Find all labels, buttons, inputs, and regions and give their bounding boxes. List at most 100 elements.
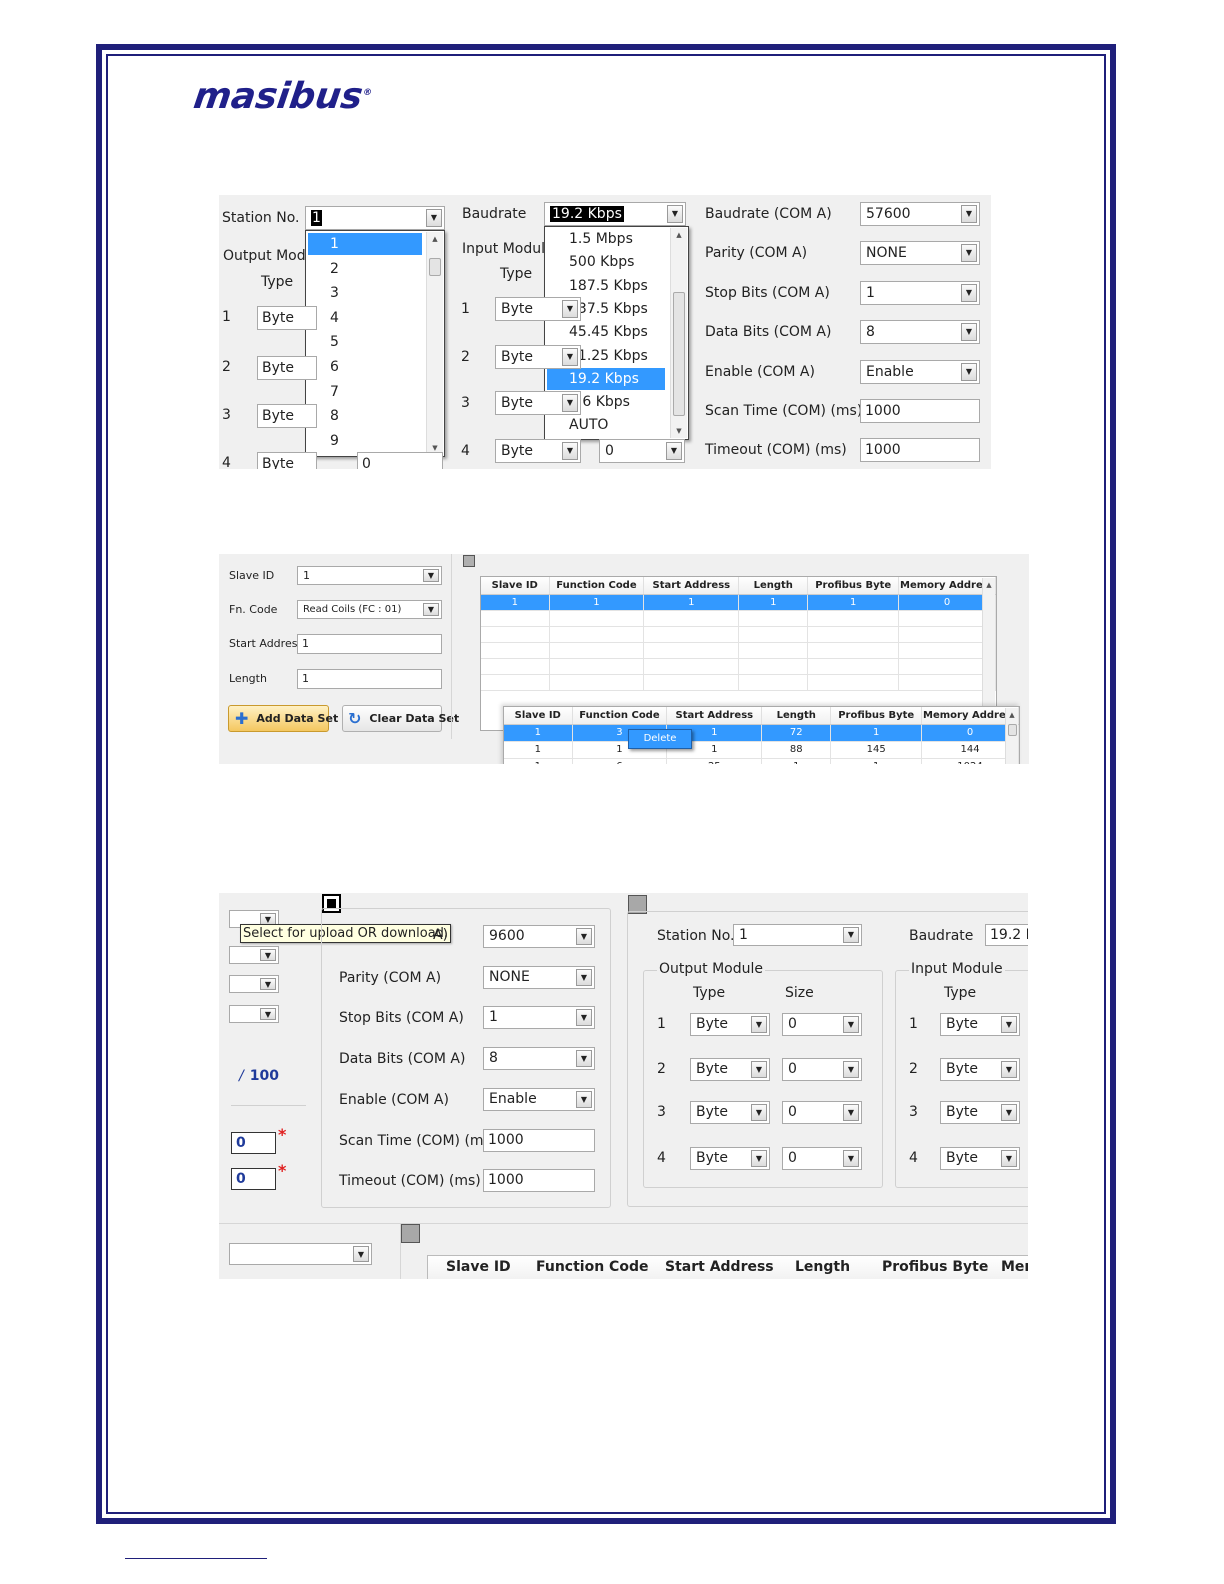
- chevron-down-icon[interactable]: ▼: [843, 1016, 859, 1033]
- output-size-combo[interactable]: 0 ▼: [782, 1147, 862, 1170]
- chevron-down-icon[interactable]: ▼: [260, 978, 276, 990]
- chevron-down-icon[interactable]: ▼: [961, 323, 977, 342]
- chevron-down-icon[interactable]: ▼: [576, 1090, 592, 1108]
- chevron-down-icon[interactable]: ▼: [751, 1061, 767, 1078]
- chevron-down-icon[interactable]: ▼: [562, 300, 578, 318]
- chevron-down-icon[interactable]: ▼: [353, 1246, 369, 1262]
- chevron-down-icon[interactable]: ▼: [576, 1050, 592, 1068]
- chevron-down-icon[interactable]: ▼: [260, 1008, 276, 1020]
- com-setting-combo[interactable]: 1 ▼: [860, 280, 980, 305]
- chevron-down-icon[interactable]: ▼: [576, 1009, 592, 1027]
- context-menu-delete[interactable]: Delete: [644, 733, 677, 744]
- input-type-combo[interactable]: Byte ▼: [495, 297, 581, 321]
- com-setting-combo[interactable]: NONE ▼: [860, 241, 980, 266]
- partial-combo-4[interactable]: ▼: [229, 1005, 279, 1023]
- input-size-combo[interactable]: 0 ▼: [599, 439, 685, 463]
- chevron-down-icon[interactable]: ▼: [423, 569, 439, 582]
- scroll-down-icon[interactable]: ▼: [671, 424, 687, 438]
- station-option[interactable]: 6: [308, 356, 422, 378]
- column-header[interactable]: Start Address: [666, 707, 763, 725]
- column-header[interactable]: Length: [738, 577, 809, 595]
- output-size-combo[interactable]: 0: [357, 452, 443, 469]
- baudrate-option[interactable]: AUTO: [547, 414, 665, 436]
- column-header[interactable]: Mer: [1001, 1259, 1028, 1275]
- chevron-down-icon[interactable]: ▼: [1001, 1150, 1017, 1167]
- baudrate-list-scrollbar[interactable]: ▲ ▼: [670, 228, 687, 438]
- output-type-combo[interactable]: Byte ▼: [690, 1147, 770, 1170]
- table-2-scrollbar[interactable]: ▲: [1005, 708, 1018, 764]
- chevron-down-icon[interactable]: ▼: [961, 283, 977, 302]
- chevron-down-icon[interactable]: ▼: [843, 1061, 859, 1078]
- chevron-down-icon[interactable]: ▼: [751, 1150, 767, 1167]
- slave-id-combo[interactable]: 1 ▼: [297, 566, 442, 585]
- station-option[interactable]: 8: [308, 405, 422, 427]
- column-header[interactable]: Memory Address: [921, 707, 1019, 725]
- column-header[interactable]: Slave ID: [446, 1259, 511, 1275]
- input-type-combo[interactable]: Byte ▼: [940, 1058, 1020, 1081]
- chevron-down-icon[interactable]: ▼: [843, 1150, 859, 1167]
- baudrate-combo[interactable]: 19.2 K: [985, 924, 1028, 946]
- column-header[interactable]: Profibus Byte: [830, 707, 923, 725]
- clear-data-set-button[interactable]: ↻ Clear Data Set: [342, 705, 459, 732]
- chevron-down-icon[interactable]: ▼: [423, 603, 439, 616]
- com-setting-combo[interactable]: Enable ▼: [860, 359, 980, 384]
- chevron-down-icon[interactable]: ▼: [562, 348, 578, 366]
- add-data-set-button[interactable]: ✚ Add Data Set: [228, 705, 338, 732]
- input-type-combo[interactable]: Byte ▼: [940, 1013, 1020, 1036]
- baudrate-combo[interactable]: 19.2 Kbps ▼: [544, 202, 686, 226]
- com-setting-input[interactable]: 1000: [860, 399, 980, 423]
- output-type-combo[interactable]: Byte ▼: [690, 1013, 770, 1036]
- chevron-down-icon[interactable]: ▼: [562, 442, 578, 460]
- station-list-scrollbar[interactable]: ▲ ▼: [426, 232, 443, 455]
- column-header[interactable]: Length: [795, 1259, 850, 1275]
- chevron-down-icon[interactable]: ▼: [1001, 1016, 1017, 1033]
- baudrate-option[interactable]: 187.5 Kbps: [547, 275, 665, 297]
- column-header[interactable]: Start Address: [665, 1259, 774, 1275]
- chevron-down-icon[interactable]: ▼: [576, 928, 592, 945]
- input-type-combo[interactable]: Byte ▼: [495, 391, 581, 415]
- chevron-down-icon[interactable]: ▼: [260, 949, 276, 961]
- station-dropdown-list[interactable]: ▲ ▼ 1 23 45 6 78 9: [305, 230, 445, 457]
- input-type-combo[interactable]: Byte ▼: [940, 1147, 1020, 1170]
- baudrate-option[interactable]: 1.5 Mbps: [547, 228, 665, 250]
- com-setting-input[interactable]: 1000: [860, 438, 980, 463]
- output-type-combo[interactable]: Byte: [257, 404, 317, 428]
- required-input[interactable]: 0: [231, 1132, 276, 1154]
- start-address-input[interactable]: 1: [297, 634, 442, 654]
- chevron-down-icon[interactable]: ▼: [843, 927, 859, 943]
- input-type-combo[interactable]: Byte ▼: [495, 439, 581, 463]
- input-type-combo[interactable]: Byte ▼: [940, 1101, 1020, 1124]
- table-row[interactable]: 1625111024: [504, 758, 1019, 764]
- scroll-up-icon[interactable]: ▲: [671, 228, 687, 242]
- length-input[interactable]: 1: [297, 669, 442, 689]
- table-row[interactable]: 1 1 1 88 145 144: [504, 741, 1019, 759]
- output-type-combo[interactable]: Byte: [257, 452, 317, 469]
- station-option[interactable]: 4: [308, 307, 422, 329]
- output-size-combo[interactable]: 0 ▼: [782, 1013, 862, 1036]
- fn-code-combo[interactable]: Read Coils (FC : 01) ▼: [297, 600, 442, 619]
- column-header[interactable]: Slave ID: [481, 577, 550, 595]
- com-setting-combo[interactable]: 1 ▼: [483, 1006, 595, 1030]
- com-setting-combo[interactable]: 57600 ▼: [860, 202, 980, 226]
- chevron-down-icon[interactable]: ▼: [562, 394, 578, 412]
- column-header[interactable]: Function Code: [536, 1259, 648, 1275]
- output-size-combo[interactable]: 0 ▼: [782, 1058, 862, 1081]
- com-setting-combo[interactable]: NONE ▼: [483, 965, 595, 989]
- chevron-down-icon[interactable]: ▼: [666, 442, 682, 460]
- column-header[interactable]: Function Code: [549, 577, 645, 595]
- chevron-down-icon[interactable]: ▼: [751, 1104, 767, 1121]
- chevron-down-icon[interactable]: ▼: [843, 1104, 859, 1121]
- station-option[interactable]: 1: [308, 233, 422, 255]
- table-row[interactable]: 1 3 1 72 1 0: [504, 724, 1019, 742]
- output-size-combo[interactable]: 0 ▼: [782, 1101, 862, 1124]
- chevron-down-icon[interactable]: ▼: [961, 205, 977, 223]
- scroll-up-icon[interactable]: ▲: [427, 232, 443, 246]
- com-setting-combo[interactable]: 8 ▼: [860, 320, 980, 345]
- chevron-down-icon[interactable]: ▼: [961, 362, 977, 381]
- chevron-down-icon[interactable]: ▼: [1001, 1104, 1017, 1121]
- partial-combo-2[interactable]: ▼: [229, 946, 279, 964]
- com-setting-input[interactable]: 1000: [483, 1169, 595, 1193]
- station-combo[interactable]: 1 ▼: [305, 206, 445, 230]
- data-set-table-2[interactable]: Slave ID Function Code Start Address Length…: [503, 706, 1020, 764]
- com-setting-combo[interactable]: 8 ▼: [483, 1047, 595, 1071]
